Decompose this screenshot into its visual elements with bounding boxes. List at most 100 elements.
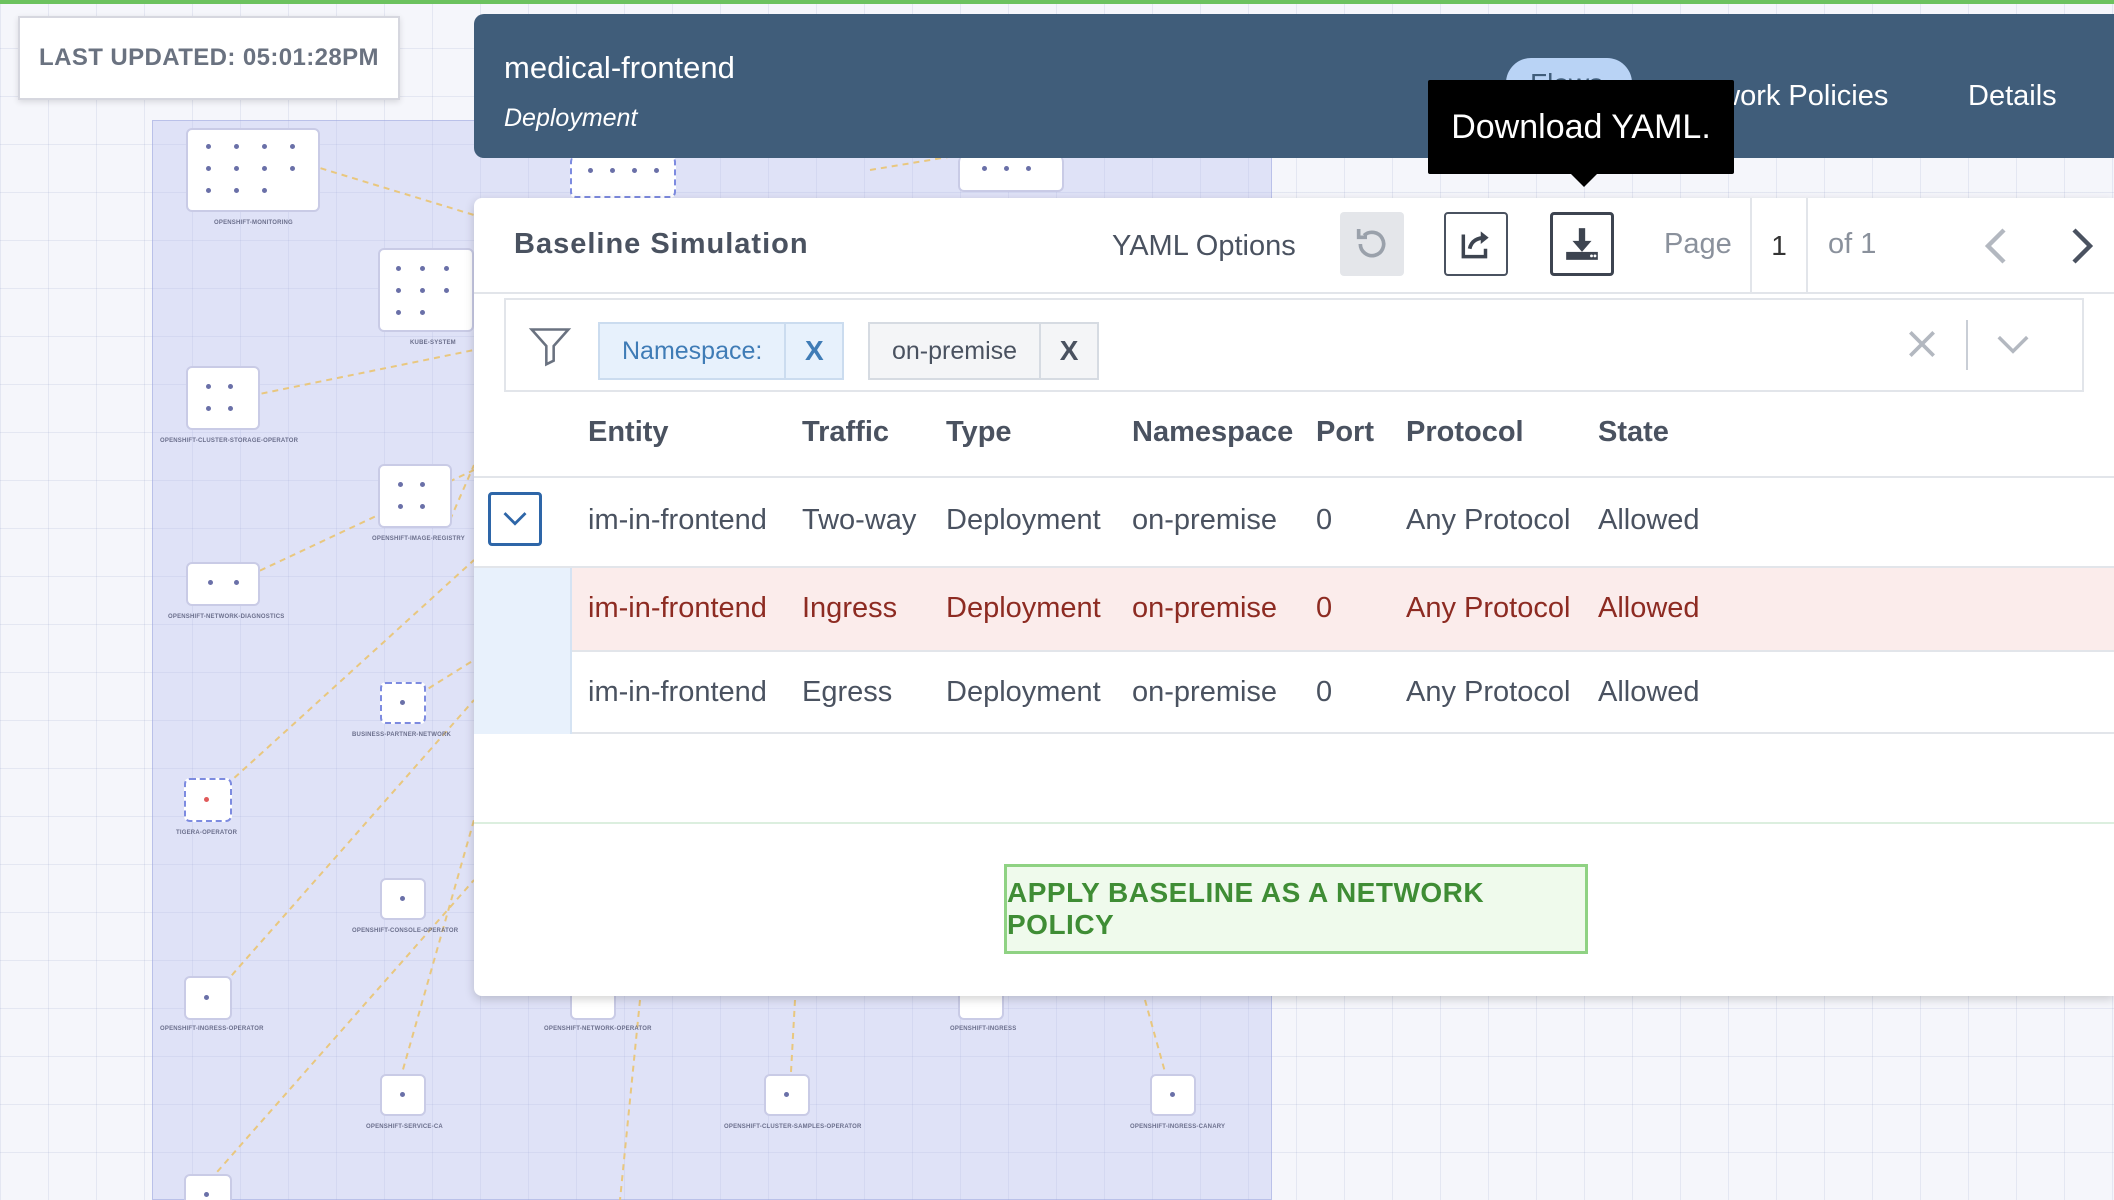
graph-node-label: TIGERA-OPERATOR (176, 830, 238, 836)
graph-node-service-ca[interactable] (380, 1074, 426, 1116)
graph-node-cluster-samples-operator[interactable] (764, 1074, 810, 1116)
cell-entity: im-in-frontend (588, 592, 767, 624)
filter-separator (1966, 320, 1968, 370)
cell-type: Deployment (946, 676, 1101, 708)
cell-port: 0 (1316, 504, 1333, 536)
close-icon (1909, 331, 1935, 357)
column-header-protocol[interactable]: Protocol (1406, 416, 1524, 449)
last-updated-indicator: LAST UPDATED: 05:01:28PM (18, 16, 400, 100)
cell-traffic: Two-way (802, 504, 917, 536)
on-premise-chip-label: on-premise (868, 322, 1040, 380)
graph-node-cluster-storage-operator[interactable] (186, 366, 260, 430)
namespace-filter-chip: Namespace: X (598, 322, 845, 380)
namespace-chip-label: Namespace: (598, 322, 785, 380)
graph-node-partial-top[interactable] (570, 156, 676, 198)
graph-node-label: OPENSHIFT-SERVICE-CA (366, 1124, 443, 1130)
entity-header: medical-frontend Deployment Flows Networ… (474, 14, 2114, 158)
graph-node-ingress-operator[interactable] (184, 976, 232, 1020)
table-row[interactable]: im-in-frontend Two-way Deployment on-pre… (474, 478, 2114, 568)
graph-node-console-operator[interactable] (380, 878, 426, 920)
cell-state: Allowed (1598, 676, 1700, 708)
page-number-input[interactable]: 1 (1750, 198, 1808, 294)
graph-node-label: OPENSHIFT-NETWORK-OPERATOR (544, 1026, 652, 1032)
apply-baseline-button[interactable]: APPLY BASELINE AS A NETWORK POLICY (1004, 864, 1588, 954)
cell-namespace: on-premise (1132, 676, 1278, 708)
column-header-type[interactable]: Type (946, 416, 1012, 449)
cell-namespace: on-premise (1132, 504, 1278, 536)
tooltip-arrow (1570, 173, 1598, 187)
column-header-port[interactable]: Port (1316, 416, 1374, 449)
column-header-entity[interactable]: Entity (588, 416, 669, 449)
cell-port: 0 (1316, 676, 1333, 708)
next-page-button[interactable] (2070, 226, 2094, 271)
previous-page-button[interactable] (1984, 226, 2008, 271)
graph-node-kube-system[interactable] (378, 248, 474, 332)
cell-protocol: Any Protocol (1406, 592, 1571, 624)
filter-icon (528, 324, 572, 373)
clear-filters-button[interactable] (1902, 324, 1942, 369)
download-icon (1566, 228, 1598, 260)
graph-node-openshift-monitoring[interactable] (186, 128, 320, 212)
table-row[interactable]: im-in-frontend Ingress Deployment on-pre… (572, 568, 2114, 652)
graph-node-network-operator[interactable] (570, 996, 616, 1020)
cell-state: Allowed (1598, 504, 1700, 536)
column-header-namespace[interactable]: Namespace (1132, 416, 1293, 449)
entity-type: Deployment (504, 104, 638, 132)
tab-details[interactable]: Details (1968, 80, 2057, 113)
graph-node-openshift-ingress[interactable] (958, 996, 1004, 1020)
cell-entity: im-in-frontend (588, 504, 767, 536)
chevron-down-icon (503, 512, 527, 526)
cell-entity: im-in-frontend (588, 676, 767, 708)
graph-node-image-registry[interactable] (378, 464, 452, 528)
panel-title: Baseline Simulation (514, 228, 809, 260)
graph-node-partial[interactable] (184, 1174, 232, 1200)
download-yaml-button[interactable] (1550, 212, 1614, 276)
share-button[interactable] (1444, 212, 1508, 276)
download-yaml-tooltip: Download YAML. (1428, 80, 1734, 174)
panel-toolbar: Baseline Simulation YAML Options Page 1 … (474, 198, 2114, 294)
graph-node-label: OPENSHIFT-MONITORING (214, 220, 293, 226)
cell-type: Deployment (946, 504, 1101, 536)
graph-node-label: OPENSHIFT-INGRESS-CANARY (1130, 1124, 1226, 1130)
graph-node-label: KUBE-SYSTEM (410, 340, 456, 346)
graph-node-label: OPENSHIFT-CLUSTER-SAMPLES-OPERATOR (724, 1124, 862, 1130)
remove-namespace-chip-button[interactable]: X (784, 322, 845, 380)
chevron-down-icon (1997, 335, 2029, 354)
yaml-options-label: YAML Options (1112, 230, 1296, 262)
baseline-simulation-panel: Baseline Simulation YAML Options Page 1 … (474, 198, 2114, 996)
cell-namespace: on-premise (1132, 592, 1278, 624)
graph-node-label: OPENSHIFT-IMAGE-REGISTRY (372, 536, 465, 542)
table-header-row: Entity Traffic Type Namespace Port Proto… (474, 394, 2114, 478)
graph-node-label: OPENSHIFT-NETWORK-DIAGNOSTICS (168, 614, 285, 620)
row-collapse-button[interactable] (488, 492, 542, 546)
cell-traffic: Ingress (802, 592, 898, 624)
table-row[interactable]: im-in-frontend Egress Deployment on-prem… (572, 652, 2114, 734)
filter-dropdown-toggle[interactable] (1994, 328, 2032, 367)
undo-button[interactable] (1340, 212, 1404, 276)
expanded-row-gutter (474, 568, 572, 734)
graph-node-business-partner-network[interactable] (380, 682, 426, 724)
graph-node-ingress-canary[interactable] (1150, 1074, 1196, 1116)
chevron-right-icon (2072, 228, 2094, 264)
page-total: of 1 (1828, 228, 1877, 260)
undo-icon (1356, 229, 1386, 258)
cell-protocol: Any Protocol (1406, 504, 1571, 536)
column-header-state[interactable]: State (1598, 416, 1669, 449)
graph-node-label: OPENSHIFT-INGRESS-OPERATOR (160, 1026, 264, 1032)
graph-node-label: OPENSHIFT-CONSOLE-OPERATOR (352, 928, 459, 934)
graph-node-label: BUSINESS-PARTNER-NETWORK (352, 732, 452, 738)
column-header-traffic[interactable]: Traffic (802, 416, 889, 449)
graph-node-partial-top-2[interactable] (958, 156, 1064, 192)
graph-node-network-diagnostics[interactable] (186, 562, 260, 606)
share-icon (1461, 231, 1489, 259)
filter-bar[interactable]: Namespace: X on-premise X (504, 298, 2084, 392)
cell-port: 0 (1316, 592, 1333, 624)
graph-node-tigera-operator[interactable] (184, 778, 232, 822)
remove-on-premise-chip-button[interactable]: X (1039, 322, 1100, 380)
cell-type: Deployment (946, 592, 1101, 624)
cell-traffic: Egress (802, 676, 893, 708)
cell-state: Allowed (1598, 592, 1700, 624)
graph-node-label: OPENSHIFT-CLUSTER-STORAGE-OPERATOR (160, 438, 299, 444)
graph-node-label: OPENSHIFT-INGRESS (950, 1026, 1017, 1032)
entity-name: medical-frontend (504, 50, 735, 85)
